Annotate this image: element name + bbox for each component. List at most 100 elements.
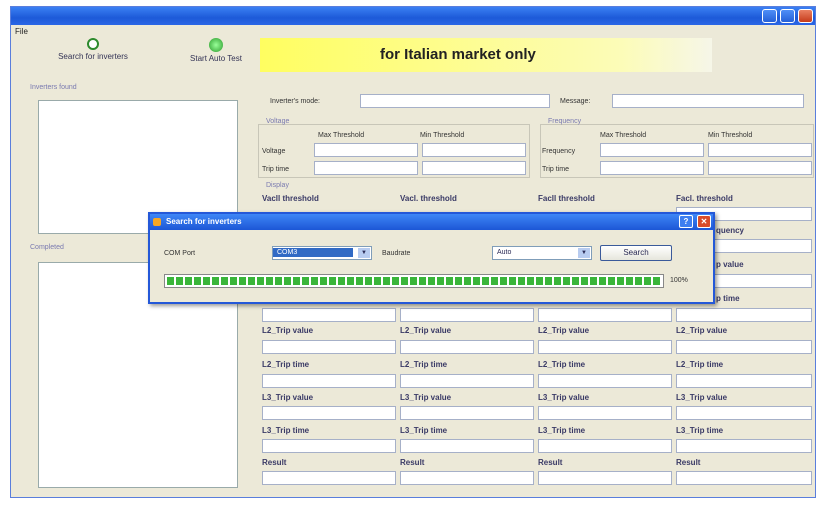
display-field[interactable]: [400, 308, 534, 322]
progress-text: 100%: [670, 277, 688, 284]
play-icon: [209, 38, 223, 52]
result-field[interactable]: [262, 471, 396, 485]
display-header: Vacll threshold: [262, 194, 319, 203]
display-row-label: L2_Trip value: [262, 326, 314, 335]
display-row-label: L3_Trip value: [676, 393, 728, 402]
result-field[interactable]: [676, 471, 812, 485]
search-dialog: Search for inverters ? ✕ COM Port COM3 ▼…: [148, 212, 715, 304]
display-label-partial: p time: [716, 294, 740, 303]
frequency-max-field[interactable]: [600, 143, 704, 157]
display-field[interactable]: [400, 439, 534, 453]
result-field[interactable]: [400, 471, 534, 485]
display-label-partial: quency: [716, 226, 745, 235]
voltage-max-header: Max Threshold: [318, 132, 365, 139]
display-header: Facl. threshold: [676, 194, 733, 203]
display-field[interactable]: [676, 374, 812, 388]
completed-label: Completed: [30, 244, 64, 251]
display-field[interactable]: [262, 340, 396, 354]
display-row-label: L2_Trip time: [538, 360, 586, 369]
result-label: Result: [400, 458, 425, 467]
voltage-row-label: Voltage: [262, 148, 286, 155]
minimize-button[interactable]: [762, 9, 777, 23]
message-field[interactable]: [612, 94, 804, 108]
chevron-down-icon: ▼: [578, 248, 590, 258]
display-row-label: L2_Trip time: [676, 360, 724, 369]
frequency-group-label: Frequency: [548, 118, 582, 125]
display-field[interactable]: [400, 406, 534, 420]
display-header: Vacl. threshold: [400, 194, 457, 203]
display-row-label: L2_Trip value: [400, 326, 452, 335]
display-field[interactable]: [400, 340, 534, 354]
maximize-button[interactable]: [780, 9, 795, 23]
display-row-label: L3_Trip time: [538, 426, 586, 435]
display-field[interactable]: [538, 340, 672, 354]
voltage-min-header: Min Threshold: [420, 132, 465, 139]
start-auto-test-button[interactable]: Start Auto Test: [166, 38, 266, 63]
display-row-label: L3_Trip value: [538, 393, 590, 402]
display-row-label: L3_Trip value: [400, 393, 452, 402]
display-row-label: L2_Trip value: [676, 326, 728, 335]
dialog-close-icon[interactable]: ✕: [697, 215, 711, 228]
frequency-trip-min-field[interactable]: [708, 161, 812, 175]
voltage-trip-label: Trip time: [262, 166, 289, 173]
display-row-label: L2_Trip time: [262, 360, 310, 369]
result-label: Result: [676, 458, 701, 467]
message-label: Message:: [560, 98, 591, 105]
title-bar: [11, 7, 815, 25]
frequency-min-header: Min Threshold: [708, 132, 753, 139]
display-field[interactable]: [538, 374, 672, 388]
display-row-label: L2_Trip value: [538, 326, 590, 335]
voltage-max-field[interactable]: [314, 143, 418, 157]
display-field[interactable]: [676, 406, 812, 420]
frequency-trip-label: Trip time: [542, 166, 569, 173]
inverters-found-label: Inverters found: [30, 84, 77, 91]
frequency-row-label: Frequency: [542, 148, 576, 155]
com-port-select[interactable]: COM3 ▼: [272, 246, 372, 260]
display-field[interactable]: [538, 439, 672, 453]
display-row-label: L3_Trip time: [676, 426, 724, 435]
result-label: Result: [262, 458, 287, 467]
progress-bar: [164, 274, 664, 288]
com-port-label: COM Port: [164, 250, 196, 257]
search-icon: [87, 38, 99, 50]
display-field[interactable]: [676, 439, 812, 453]
search-inverters-button[interactable]: Search for inverters: [28, 38, 158, 61]
baudrate-label: Baudrate: [382, 250, 411, 257]
display-field[interactable]: [676, 308, 812, 322]
display-row-label: L3_Trip time: [400, 426, 448, 435]
baudrate-select[interactable]: Auto ▼: [492, 246, 592, 260]
display-field[interactable]: [538, 406, 672, 420]
display-row-label: L3_Trip time: [262, 426, 310, 435]
help-icon[interactable]: ?: [679, 215, 693, 228]
progress-fill: [167, 277, 661, 285]
display-field[interactable]: [262, 374, 396, 388]
search-button[interactable]: Search: [600, 245, 672, 261]
app-icon: [153, 218, 161, 226]
voltage-group-label: Voltage: [266, 118, 290, 125]
result-label: Result: [538, 458, 563, 467]
display-label-partial: p value: [716, 260, 744, 269]
display-row-label: L2_Trip time: [400, 360, 448, 369]
frequency-max-header: Max Threshold: [600, 132, 647, 139]
voltage-trip-min-field[interactable]: [422, 161, 526, 175]
mode-label: Inverter's mode:: [270, 98, 320, 105]
close-button[interactable]: [798, 9, 813, 23]
frequency-trip-max-field[interactable]: [600, 161, 704, 175]
display-header: Facll threshold: [538, 194, 595, 203]
display-field[interactable]: [262, 439, 396, 453]
frequency-min-field[interactable]: [708, 143, 812, 157]
mode-field[interactable]: [360, 94, 550, 108]
display-field[interactable]: [400, 374, 534, 388]
display-field[interactable]: [262, 308, 396, 322]
voltage-trip-max-field[interactable]: [314, 161, 418, 175]
display-field[interactable]: [538, 308, 672, 322]
market-banner: for Italian market only: [260, 38, 712, 72]
chevron-down-icon: ▼: [358, 248, 370, 258]
voltage-min-field[interactable]: [422, 143, 526, 157]
display-group-label: Display: [266, 182, 289, 189]
display-field[interactable]: [262, 406, 396, 420]
dialog-title: Search for inverters ? ✕: [150, 214, 713, 230]
display-row-label: L3_Trip value: [262, 393, 314, 402]
result-field[interactable]: [538, 471, 672, 485]
display-field[interactable]: [676, 340, 812, 354]
